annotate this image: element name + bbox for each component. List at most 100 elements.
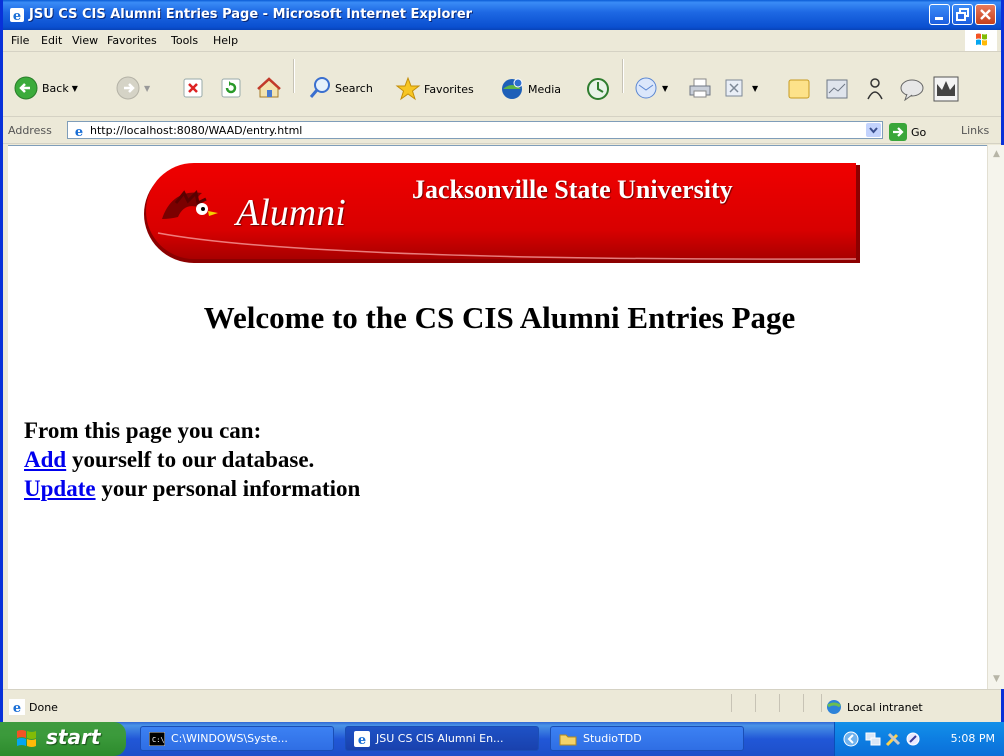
go-button[interactable]: Go (889, 123, 926, 141)
search-label: Search (335, 81, 373, 95)
taskbar: start C:\ C:\WINDOWS\Syste... e JSU CS C… (0, 722, 1004, 756)
taskbar-item-label: JSU CS CIS Alumni En... (376, 732, 504, 745)
favorites-label: Favorites (424, 82, 474, 96)
menu-file[interactable]: File (11, 34, 29, 47)
restore-button[interactable] (952, 4, 973, 25)
search-button[interactable]: Search (308, 76, 373, 100)
printer-icon (689, 78, 711, 98)
scroll-down-arrow-icon[interactable]: ▼ (989, 671, 1004, 687)
menu-bar: File Edit View Favorites Tools Help (3, 30, 1001, 52)
crown-icon (933, 76, 959, 102)
start-button[interactable]: start (0, 722, 126, 756)
svg-text:e: e (358, 733, 366, 747)
menu-help[interactable]: Help (213, 34, 238, 47)
home-button[interactable] (257, 77, 281, 99)
title-bar[interactable]: e JSU CS CIS Alumni Entries Page - Micro… (3, 0, 1001, 30)
forward-button[interactable]: ▼ (115, 75, 150, 101)
search-icon (309, 77, 330, 98)
folder-icon (559, 734, 577, 745)
windows-logo-icon (965, 30, 997, 51)
back-label: Back (42, 81, 69, 95)
refresh-button[interactable] (221, 78, 241, 98)
update-line: Update your personal information (24, 474, 360, 503)
standard-toolbar: Back ▼ ▼ Search Favorites Media ▼ ▼ (3, 52, 1001, 117)
chevron-down-icon: ▼ (144, 83, 151, 93)
minimize-button[interactable] (929, 4, 950, 25)
chat-button[interactable] (899, 77, 925, 101)
chevron-down-icon: ▼ (752, 83, 759, 93)
taskbar-item-folder[interactable]: StudioTDD (550, 726, 744, 751)
messenger-button[interactable] (863, 77, 887, 101)
update-description: your personal information (95, 476, 361, 501)
address-dropdown-button[interactable] (866, 123, 881, 137)
banner-university-text: Jacksonville State University (412, 175, 733, 204)
add-link[interactable]: Add (24, 447, 66, 472)
ie-icon: e (10, 8, 24, 23)
page-content: Alumni Jacksonville State University Wel… (8, 145, 987, 689)
note-icon (788, 79, 810, 99)
menu-favorites[interactable]: Favorites (107, 34, 157, 47)
taskbar-item-ie[interactable]: e JSU CS CIS Alumni En... (345, 726, 539, 751)
update-link[interactable]: Update (24, 476, 96, 501)
back-arrow-icon (14, 76, 38, 100)
stop-icon (183, 78, 203, 98)
history-button[interactable] (585, 76, 611, 102)
taskbar-item-label: StudioTDD (583, 732, 642, 745)
console-icon: C:\ (149, 731, 165, 746)
menu-view[interactable]: View (72, 34, 98, 47)
home-icon (257, 77, 281, 98)
security-zone: Local intranet (825, 699, 923, 715)
add-description: yourself to our database. (66, 447, 315, 472)
media-icon (502, 78, 523, 99)
research-button[interactable] (825, 78, 849, 100)
go-label: Go (911, 125, 927, 139)
discuss-button[interactable] (787, 78, 811, 100)
network-icon[interactable] (865, 731, 881, 747)
windows-flag-icon (17, 730, 36, 747)
stop-button[interactable] (183, 78, 203, 98)
mail-icon (635, 77, 657, 99)
status-done: e Done (9, 699, 58, 715)
tools-icon[interactable] (885, 731, 901, 747)
print-button[interactable] (687, 77, 713, 99)
forward-arrow-icon (116, 76, 140, 100)
taskbar-item-cmd[interactable]: C:\ C:\WINDOWS\Syste... (140, 726, 334, 751)
intro-block: From this page you can: Add yourself to … (24, 416, 360, 503)
service-icon[interactable] (905, 731, 921, 747)
back-button[interactable]: Back ▼ (13, 75, 78, 101)
person-icon (867, 78, 883, 100)
ie-taskbar-icon: e (354, 730, 370, 747)
alumni-banner: Alumni Jacksonville State University (144, 163, 860, 268)
status-text: Done (29, 700, 58, 714)
scroll-up-arrow-icon[interactable]: ▲ (989, 146, 1004, 162)
start-label: start (46, 725, 101, 749)
close-button[interactable] (975, 4, 996, 25)
clock: 5:08 PM (950, 732, 995, 745)
browser-window: e JSU CS CIS Alumni Entries Page - Micro… (0, 0, 1004, 723)
window-title: JSU CS CIS Alumni Entries Page - Microso… (29, 7, 473, 22)
system-tray: 5:08 PM (834, 722, 1004, 756)
add-line: Add yourself to our database. (24, 445, 360, 474)
address-input[interactable]: e http://localhost:8080/WAAD/entry.html (67, 121, 883, 139)
vertical-scrollbar[interactable]: ▲ ▼ (987, 145, 1004, 689)
media-label: Media (528, 82, 562, 96)
links-button[interactable]: Links (961, 124, 989, 137)
go-arrow-icon (889, 123, 907, 141)
zone-text: Local intranet (847, 700, 923, 714)
ie-status-icon: e (9, 699, 25, 715)
banner-alumni-text: Alumni (236, 192, 346, 234)
menu-tools[interactable]: Tools (171, 34, 198, 47)
chart-window-icon (826, 79, 848, 99)
history-icon (587, 78, 609, 100)
page-heading: Welcome to the CS CIS Alumni Entries Pag… (203, 300, 796, 335)
tool-button[interactable] (933, 76, 959, 102)
menu-edit[interactable]: Edit (41, 34, 62, 47)
chevron-left-icon[interactable] (843, 731, 859, 747)
address-label: Address (8, 124, 52, 137)
svg-text:e: e (13, 701, 21, 715)
media-button[interactable]: Media (499, 76, 561, 102)
favorites-button[interactable]: Favorites (395, 76, 474, 102)
address-url: http://localhost:8080/WAAD/entry.html (90, 124, 303, 137)
mail-button[interactable]: ▼ (633, 76, 668, 100)
edit-button[interactable]: ▼ (725, 79, 758, 97)
